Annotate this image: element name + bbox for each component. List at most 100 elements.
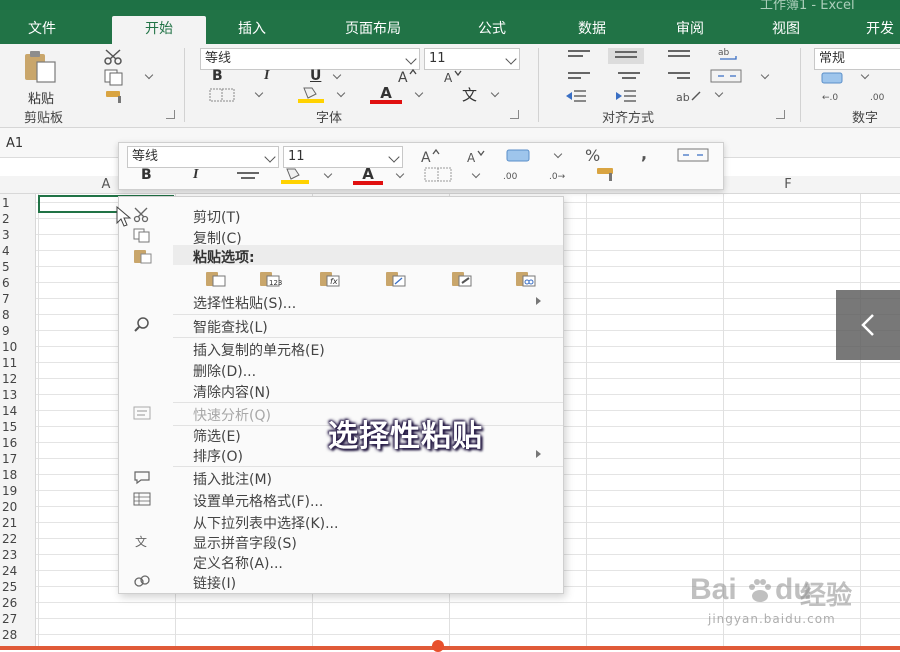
copy-dropdown-icon[interactable] [144, 70, 154, 80]
paste-option-transpose[interactable] [385, 271, 407, 287]
row-header[interactable]: 20 [2, 500, 17, 514]
video-progress-handle[interactable] [432, 640, 444, 652]
decrease-decimal-icon[interactable]: .00 [503, 167, 531, 183]
format-painter-icon[interactable] [104, 88, 128, 104]
copy-icon[interactable] [102, 68, 126, 86]
row-header[interactable]: 5 [2, 260, 10, 274]
menu-item-clear-contents[interactable]: 清除内容(N) [119, 380, 563, 401]
mini-bold-button[interactable]: B [141, 167, 152, 183]
orientation-icon[interactable]: ab [674, 88, 704, 104]
row-header[interactable]: 8 [2, 308, 10, 322]
mini-italic-button[interactable]: I [193, 167, 198, 183]
borders-icon[interactable] [423, 167, 453, 183]
row-header[interactable]: 3 [2, 228, 10, 242]
paste-option-paste[interactable] [205, 271, 227, 287]
menu-item-link[interactable]: 链接(I) [119, 571, 563, 592]
tab-file[interactable]: 文件 [12, 16, 72, 44]
row-header[interactable]: 14 [2, 404, 17, 418]
video-progress-bar[interactable] [0, 646, 900, 650]
accounting-dropdown-icon[interactable] [860, 70, 870, 80]
borders-dropdown-icon[interactable] [471, 169, 481, 179]
bottom-align-icon[interactable] [668, 50, 690, 62]
italic-button[interactable]: I [264, 68, 269, 84]
row-header[interactable]: 6 [2, 276, 10, 290]
menu-item-show-phonetic[interactable]: 文 显示拼音字段(S) [119, 531, 563, 552]
align-center-icon[interactable] [618, 72, 640, 84]
increase-decimal-icon[interactable]: ←.0 [822, 88, 850, 104]
center-align-icon[interactable] [237, 172, 259, 184]
tab-data[interactable]: 数据 [562, 16, 622, 44]
row-header[interactable]: 11 [2, 356, 17, 370]
bold-button[interactable]: B [212, 68, 223, 84]
mini-font-color-button[interactable]: A [353, 165, 383, 185]
underline-dropdown-icon[interactable] [332, 70, 342, 80]
decrease-font-size-icon[interactable]: A [465, 148, 487, 164]
row-header[interactable]: 17 [2, 452, 17, 466]
paste-option-link[interactable] [515, 271, 537, 287]
number-format-select[interactable]: 常规 [814, 48, 900, 70]
row-header[interactable]: 1 [2, 196, 10, 210]
fill-color-icon[interactable] [296, 84, 326, 104]
row-header[interactable]: 9 [2, 324, 10, 338]
tab-page-layout[interactable]: 页面布局 [318, 16, 428, 44]
increase-font-size-icon[interactable]: A [396, 68, 418, 84]
decrease-font-size-icon[interactable]: A [442, 68, 464, 84]
previous-slide-button[interactable] [836, 290, 900, 360]
align-right-icon[interactable] [668, 72, 690, 84]
column-header[interactable]: F [778, 177, 798, 192]
menu-item-format-cells[interactable]: 设置单元格格式(F)... [119, 489, 563, 510]
cut-icon[interactable] [102, 48, 126, 66]
accounting-format-icon[interactable] [505, 147, 539, 165]
decrease-indent-icon[interactable] [564, 88, 588, 104]
menu-item-paste-special[interactable]: 选择性粘贴(S)... [119, 291, 563, 312]
row-header[interactable]: 10 [2, 340, 17, 354]
paste-option-formatting[interactable] [451, 271, 473, 287]
paste-button[interactable]: 粘贴 [14, 50, 68, 107]
middle-align-icon[interactable] [608, 48, 644, 64]
menu-item-copy[interactable]: 复制(C) [119, 226, 563, 247]
row-header[interactable]: 2 [2, 212, 10, 226]
font-size-select[interactable]: 11 [424, 48, 520, 70]
phonetic-dropdown-icon[interactable] [490, 88, 500, 98]
mini-font-name-select[interactable]: 等线 [127, 146, 279, 168]
borders-icon[interactable] [208, 88, 236, 102]
tab-formulas[interactable]: 公式 [462, 16, 522, 44]
borders-dropdown-icon[interactable] [254, 88, 264, 98]
accounting-format-icon[interactable] [820, 70, 850, 86]
row-header[interactable]: 19 [2, 484, 17, 498]
font-color-dropdown-icon[interactable] [414, 88, 424, 98]
row-header[interactable]: 21 [2, 516, 17, 530]
orientation-dropdown-icon[interactable] [714, 88, 724, 98]
paste-option-formulas[interactable]: fx [319, 271, 341, 287]
accounting-dropdown-icon[interactable] [553, 149, 563, 159]
column-header[interactable]: A [96, 177, 116, 192]
row-header[interactable]: 7 [2, 292, 10, 306]
tab-insert[interactable]: 插入 [222, 16, 282, 44]
fill-color-dropdown-icon[interactable] [323, 169, 333, 179]
row-header[interactable]: 13 [2, 388, 17, 402]
row-header[interactable]: 27 [2, 612, 17, 626]
menu-item-define-name[interactable]: 定义名称(A)... [119, 551, 563, 572]
row-header[interactable]: 26 [2, 596, 17, 610]
comma-style-button[interactable]: , [641, 144, 647, 163]
font-name-select[interactable]: 等线 [200, 48, 420, 70]
menu-item-delete[interactable]: 删除(D)... [119, 359, 563, 380]
underline-button[interactable]: U [310, 68, 321, 84]
merge-center-icon[interactable] [710, 68, 744, 84]
increase-font-size-icon[interactable]: A [419, 148, 441, 164]
alignment-launcher-icon[interactable] [776, 110, 785, 119]
clipboard-launcher-icon[interactable] [166, 110, 175, 119]
row-header[interactable]: 25 [2, 580, 17, 594]
row-header[interactable]: 4 [2, 244, 10, 258]
format-painter-icon[interactable] [593, 165, 621, 183]
tab-view[interactable]: 视图 [756, 16, 816, 44]
paste-option-values[interactable]: 123 [259, 271, 282, 287]
percent-style-button[interactable]: % [585, 146, 600, 165]
wrap-text-icon[interactable]: ab [716, 46, 742, 64]
decrease-decimal-icon[interactable]: .00 [870, 88, 898, 104]
merge-cells-icon[interactable] [677, 147, 711, 163]
row-header[interactable]: 22 [2, 532, 17, 546]
phonetic-guide-button[interactable]: 文 [462, 84, 477, 105]
row-header[interactable]: 24 [2, 564, 17, 578]
row-header[interactable]: 28 [2, 628, 17, 642]
